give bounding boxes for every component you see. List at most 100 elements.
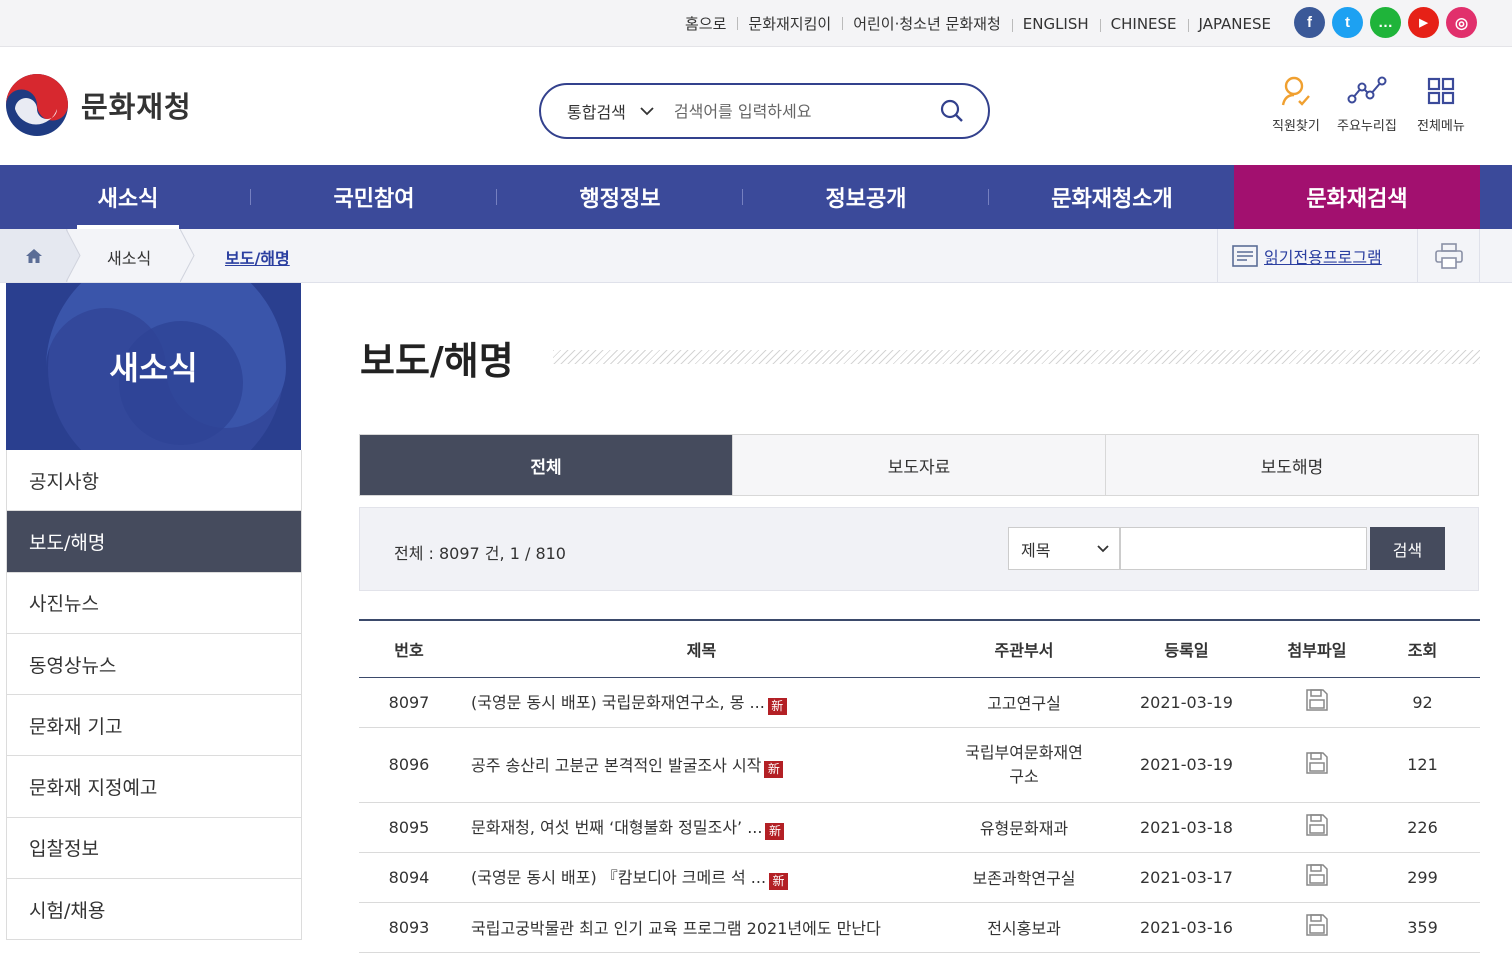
file-attachment-icon[interactable]: [1305, 751, 1329, 775]
breadcrumb-separator-icon: [66, 229, 81, 282]
gnb-info-disclosure[interactable]: 정보공개: [743, 165, 989, 229]
sidebar-item-recruit[interactable]: 시험/채용: [6, 879, 302, 941]
press-board-table: 번호 제목 주관부서 등록일 첨부파일 조회 8097 (국영문 동시 배포) …: [359, 619, 1480, 953]
sidebar-item-video-news[interactable]: 동영상뉴스: [6, 633, 302, 696]
column-header-title: 제목: [459, 620, 944, 678]
breadcrumb-current[interactable]: 보도/해명: [225, 245, 290, 269]
row-date: 2021-03-19: [1104, 677, 1269, 728]
twitter-icon[interactable]: t: [1332, 7, 1363, 38]
sidebar-item-photo-news[interactable]: 사진뉴스: [6, 572, 302, 634]
gnb-admin-info-label: 행정정보: [579, 187, 661, 212]
table-row: 8094 (국영문 동시 배포) 『캄보디아 크메르 석 ... 新 보존과학연구…: [359, 852, 1480, 903]
row-title-cell: (국영문 동시 배포) 국립문화재연구소, 몽 ... 新: [459, 677, 944, 728]
tab-all[interactable]: 전체: [360, 435, 732, 495]
print-button[interactable]: [1417, 229, 1480, 282]
sidebar-item-column[interactable]: 문화재 기고: [6, 695, 302, 757]
reader-program-link[interactable]: 읽기전용프로그램: [1217, 229, 1417, 282]
link-kids[interactable]: 어린이·청소년 문화재청: [842, 13, 1012, 34]
link-home[interactable]: 홈으로: [674, 13, 737, 34]
taegeuk-logo-icon: [6, 74, 68, 136]
search-button[interactable]: [940, 99, 964, 123]
sidebar-item-designation[interactable]: 문화재 지정예고: [6, 756, 302, 818]
print-icon: [1434, 242, 1463, 269]
table-header-row: 번호 제목 주관부서 등록일 첨부파일 조회: [359, 620, 1480, 678]
row-date: 2021-03-16: [1104, 902, 1269, 953]
gnb-about[interactable]: 문화재청소개: [989, 165, 1235, 229]
column-header-views: 조회: [1365, 620, 1480, 678]
row-views: 299: [1365, 852, 1480, 903]
sitemap-link[interactable]: 전체메뉴: [1417, 75, 1465, 134]
row-title-link[interactable]: 문화재청, 여섯 번째 ‘대형불화 정밀조사’ ...: [471, 818, 762, 837]
sitemap-label: 전체메뉴: [1417, 119, 1465, 134]
link-guardian[interactable]: 문화재지킴이: [737, 13, 842, 34]
utility-links: 홈으로 문화재지킴이 어린이·청소년 문화재청 ENGLISH CHINESE …: [674, 0, 1282, 47]
main-sites-link[interactable]: 주요누리집: [1337, 75, 1397, 134]
page-title: 보도/해명: [360, 338, 514, 383]
sidebar-title: 새소식: [109, 349, 198, 387]
main-sites-label: 주요누리집: [1337, 119, 1397, 134]
file-attachment-icon[interactable]: [1305, 813, 1329, 837]
link-english[interactable]: ENGLISH: [1011, 15, 1100, 33]
site-logo[interactable]: 문화재청: [5, 73, 192, 137]
row-title-link[interactable]: (국영문 동시 배포) 국립문화재연구소, 몽 ...: [471, 693, 765, 712]
row-number: 8094: [359, 852, 459, 903]
chevron-down-icon: [640, 106, 654, 115]
search-scope-select[interactable]: 통합검색: [567, 99, 654, 123]
search-field-select[interactable]: 제목: [1008, 527, 1120, 570]
gnb-news[interactable]: 새소식: [5, 165, 251, 229]
column-header-dept: 주관부서: [944, 620, 1104, 678]
total-count: 전체 : 8097 건, 1 / 810: [394, 544, 566, 563]
row-views: 359: [1365, 902, 1480, 953]
file-attachment-icon[interactable]: [1305, 688, 1329, 712]
breadcrumb-home[interactable]: [0, 229, 68, 282]
row-views: 226: [1365, 802, 1480, 853]
tab-press-release[interactable]: 보도자료: [732, 435, 1105, 495]
sidebar-item-bidding[interactable]: 입찰정보: [6, 817, 302, 880]
tab-press-explanation[interactable]: 보도해명: [1105, 435, 1478, 495]
home-icon: [26, 248, 42, 263]
facebook-icon[interactable]: f: [1294, 7, 1325, 38]
category-tabs: 전체 보도자료 보도해명: [359, 434, 1479, 496]
row-views: 121: [1365, 727, 1480, 803]
column-header-date: 등록일: [1104, 620, 1269, 678]
talk-icon[interactable]: …: [1370, 7, 1401, 38]
row-title-link[interactable]: (국영문 동시 배포) 『캄보디아 크메르 석 ...: [471, 868, 766, 887]
search-scope-label: 통합검색: [567, 103, 626, 122]
title-divider: [553, 350, 1480, 364]
sns-links: f t … ▶ ◎: [1294, 7, 1477, 38]
row-title-link[interactable]: 공주 송산리 고분군 본격적인 발굴조사 시작: [471, 756, 761, 775]
board-search-button[interactable]: 검색: [1370, 527, 1445, 570]
gnb-news-label: 새소식: [97, 187, 159, 212]
row-attachment: [1269, 852, 1365, 903]
row-dept: 보존과학연구실: [944, 852, 1104, 903]
grid-menu-icon: [1427, 77, 1455, 105]
row-title-cell: 문화재청, 여섯 번째 ‘대형불화 정밀조사’ ... 新: [459, 802, 944, 853]
sidebar-item-notice[interactable]: 공지사항: [6, 450, 302, 512]
row-attachment: [1269, 802, 1365, 853]
new-badge: 新: [767, 698, 787, 715]
link-japanese[interactable]: JAPANESE: [1187, 15, 1282, 33]
logo-text: 문화재청: [81, 90, 192, 124]
chevron-down-icon: [1097, 544, 1109, 552]
gnb-info-disclosure-label: 정보공개: [825, 187, 907, 212]
gnb-about-label: 문화재청소개: [1051, 187, 1173, 212]
instagram-icon[interactable]: ◎: [1446, 7, 1477, 38]
link-chinese[interactable]: CHINESE: [1099, 15, 1188, 33]
file-attachment-icon[interactable]: [1305, 913, 1329, 937]
gnb-heritage-search[interactable]: 문화재검색: [1234, 165, 1480, 229]
breadcrumb-level1[interactable]: 새소식: [107, 245, 151, 269]
search-input[interactable]: [673, 101, 924, 121]
staff-search-link[interactable]: 직원찾기: [1272, 75, 1320, 134]
person-search-icon: [1281, 76, 1310, 106]
gnb-heritage-search-label: 문화재검색: [1306, 187, 1408, 212]
file-attachment-icon[interactable]: [1305, 863, 1329, 887]
gnb-participation[interactable]: 국민참여: [251, 165, 497, 229]
keyword-input[interactable]: [1120, 527, 1367, 570]
row-title-link[interactable]: 국립고궁박물관 최고 인기 교육 프로그램 2021년에도 만난다: [471, 919, 881, 938]
row-dept: 전시홍보과: [944, 902, 1104, 953]
sidebar-item-press[interactable]: 보도/해명: [6, 511, 302, 573]
integrated-search: 통합검색: [539, 83, 990, 139]
new-badge: 新: [764, 760, 784, 778]
gnb-admin-info[interactable]: 행정정보: [497, 165, 743, 229]
youtube-icon[interactable]: ▶: [1408, 7, 1439, 38]
